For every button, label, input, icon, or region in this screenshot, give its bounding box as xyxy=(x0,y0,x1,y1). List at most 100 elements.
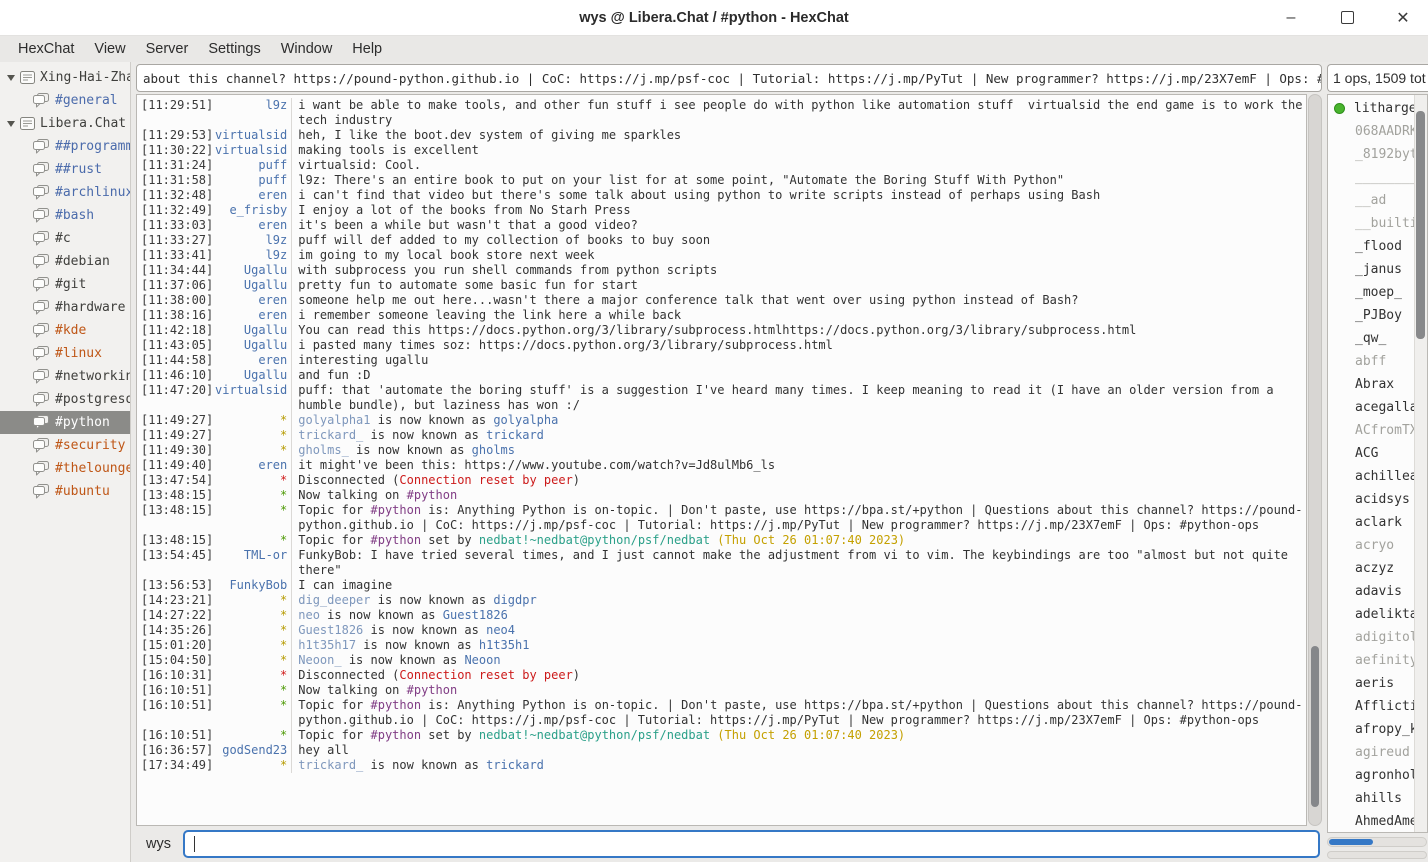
user-list: litharge068AADRKN_8192byte__________ad__… xyxy=(1327,94,1428,833)
user-list-item[interactable]: acegalla- xyxy=(1328,396,1427,419)
user-list-item[interactable]: acryo xyxy=(1328,534,1427,557)
channel-item-thelounge[interactable]: #thelounge xyxy=(0,457,130,480)
message-timestamp: [11:33:41] xyxy=(137,248,213,263)
topic-input[interactable]: about this channel? https://pound-python… xyxy=(136,64,1322,92)
maximize-button[interactable] xyxy=(1336,7,1358,29)
user-list-item[interactable]: achilleas xyxy=(1328,465,1427,488)
chat-message: [11:49:30]*gholms_ is now known as gholm… xyxy=(137,443,1306,458)
channel-item-python[interactable]: #python xyxy=(0,411,130,434)
user-list-item[interactable]: _flood xyxy=(1328,235,1427,258)
message-text: i can't find that video but there's some… xyxy=(298,188,1306,203)
userlist-scrollbar[interactable] xyxy=(1414,95,1427,832)
user-list-item[interactable]: aefinity xyxy=(1328,649,1427,672)
nick-text-separator xyxy=(291,473,292,488)
userlist-horizontal-scrollbar-thumb[interactable] xyxy=(1329,839,1373,845)
event-star-icon: * xyxy=(213,428,287,443)
message-timestamp: [15:01:20] xyxy=(137,638,213,653)
nick-text-separator xyxy=(291,353,292,368)
message-segment: is now known as xyxy=(342,653,465,667)
message-timestamp: [16:36:57] xyxy=(137,743,213,758)
user-list-item[interactable]: __ad xyxy=(1328,189,1427,212)
channel-item-hardware[interactable]: #hardware xyxy=(0,296,130,319)
user-list-item[interactable]: agireud xyxy=(1328,741,1427,764)
channel-item-debian[interactable]: #debian xyxy=(0,250,130,273)
user-list-item[interactable]: aeris xyxy=(1328,672,1427,695)
user-list-item[interactable]: aczyz xyxy=(1328,557,1427,580)
menu-item-window[interactable]: Window xyxy=(271,38,343,60)
message-timestamp: [11:29:51] xyxy=(137,98,213,128)
chat-message: [13:48:15]*Topic for #python is: Anythin… xyxy=(137,503,1306,533)
user-list-item[interactable]: _8192byte xyxy=(1328,143,1427,166)
userlist-scrollbar-thumb[interactable] xyxy=(1416,111,1425,339)
message-input[interactable] xyxy=(183,830,1320,858)
channel-item-linux[interactable]: #linux xyxy=(0,342,130,365)
message-segment: #python xyxy=(371,503,422,517)
user-list-item[interactable]: __builtin xyxy=(1328,212,1427,235)
close-button[interactable]: ✕ xyxy=(1392,7,1414,29)
user-list-item[interactable]: AhmedAmer xyxy=(1328,810,1427,833)
channel-item-general[interactable]: #general xyxy=(0,89,130,112)
user-list-item[interactable]: adigitole xyxy=(1328,626,1427,649)
channel-item-git[interactable]: #git xyxy=(0,273,130,296)
menu-item-settings[interactable]: Settings xyxy=(198,38,270,60)
channel-item-programming[interactable]: ##programming xyxy=(0,135,130,158)
user-list-item[interactable]: Afflictio xyxy=(1328,695,1427,718)
message-segment: is now known as xyxy=(363,758,486,772)
user-list-item[interactable]: ACG xyxy=(1328,442,1427,465)
user-list-item[interactable]: acidsys xyxy=(1328,488,1427,511)
channel-item-kde[interactable]: #kde xyxy=(0,319,130,342)
channel-item-c[interactable]: #c xyxy=(0,227,130,250)
user-list-item[interactable]: ACfromTX xyxy=(1328,419,1427,442)
chat-message: [11:29:53]virtualsidheh, I like the boot… xyxy=(137,128,1306,143)
user-list-item[interactable]: aclark xyxy=(1328,511,1427,534)
nick-text-separator xyxy=(291,698,292,728)
server-item-Xing-Hai-Zhar[interactable]: Xing-Hai-Zhar xyxy=(0,66,130,89)
user-list-item[interactable]: litharge xyxy=(1328,97,1427,120)
user-list-item[interactable]: 068AADRKN xyxy=(1328,120,1427,143)
message-segment: neo xyxy=(298,608,320,622)
user-list-item[interactable]: _janus xyxy=(1328,258,1427,281)
user-list-item[interactable]: ________ xyxy=(1328,166,1427,189)
message-text: i remember someone leaving the link here… xyxy=(298,308,1306,323)
event-star-icon: * xyxy=(213,503,287,533)
user-list-item[interactable]: Abrax xyxy=(1328,373,1427,396)
message-segment: gholms xyxy=(472,443,515,457)
user-list-item[interactable]: adeliktas xyxy=(1328,603,1427,626)
user-list-item[interactable]: _PJBoy xyxy=(1328,304,1427,327)
expander-icon[interactable] xyxy=(7,75,15,81)
user-list-item[interactable]: afropy_ke xyxy=(1328,718,1427,741)
user-list-item[interactable]: ahills xyxy=(1328,787,1427,810)
message-nick: virtualsid xyxy=(213,128,287,143)
menu-item-help[interactable]: Help xyxy=(342,38,392,60)
minimize-button[interactable]: – xyxy=(1280,7,1302,29)
message-segment: l9z: There's an entire book to put on yo… xyxy=(298,173,1064,187)
chat-scrollbar-thumb[interactable] xyxy=(1311,646,1319,807)
channel-item-archlinux[interactable]: #archlinux xyxy=(0,181,130,204)
message-timestamp: [11:32:49] xyxy=(137,203,213,218)
message-text: Topic for #python is: Anything Python is… xyxy=(298,698,1306,728)
channel-item-networking[interactable]: #networking xyxy=(0,365,130,388)
message-segment: trickard xyxy=(486,428,544,442)
menu-item-hexchat[interactable]: HexChat xyxy=(8,38,84,60)
chat-scrollbar[interactable] xyxy=(1308,94,1322,826)
expander-icon[interactable] xyxy=(7,121,15,127)
user-list-item[interactable]: adavis xyxy=(1328,580,1427,603)
tree-label: #thelounge xyxy=(55,461,130,476)
user-list-item[interactable]: agronholm xyxy=(1328,764,1427,787)
channel-item-postgresql[interactable]: #postgresql xyxy=(0,388,130,411)
user-list-item[interactable]: abff xyxy=(1328,350,1427,373)
message-segment: h1t35h1 xyxy=(479,638,530,652)
user-list-item[interactable]: _qw_ xyxy=(1328,327,1427,350)
menu-item-view[interactable]: View xyxy=(84,38,135,60)
channel-item-ubuntu[interactable]: #ubuntu xyxy=(0,480,130,503)
channel-item-rust[interactable]: ##rust xyxy=(0,158,130,181)
channel-item-bash[interactable]: #bash xyxy=(0,204,130,227)
userlist-horizontal-scrollbar[interactable] xyxy=(1327,837,1427,847)
tree-label: #c xyxy=(55,231,71,246)
message-segment: is now known as xyxy=(356,638,479,652)
window-title: wys @ Libera.Chat / #python - HexChat xyxy=(579,10,849,26)
channel-item-security[interactable]: #security xyxy=(0,434,130,457)
user-list-item[interactable]: _moep_ xyxy=(1328,281,1427,304)
server-item-Libera.Chat[interactable]: Libera.Chat xyxy=(0,112,130,135)
menu-item-server[interactable]: Server xyxy=(136,38,199,60)
